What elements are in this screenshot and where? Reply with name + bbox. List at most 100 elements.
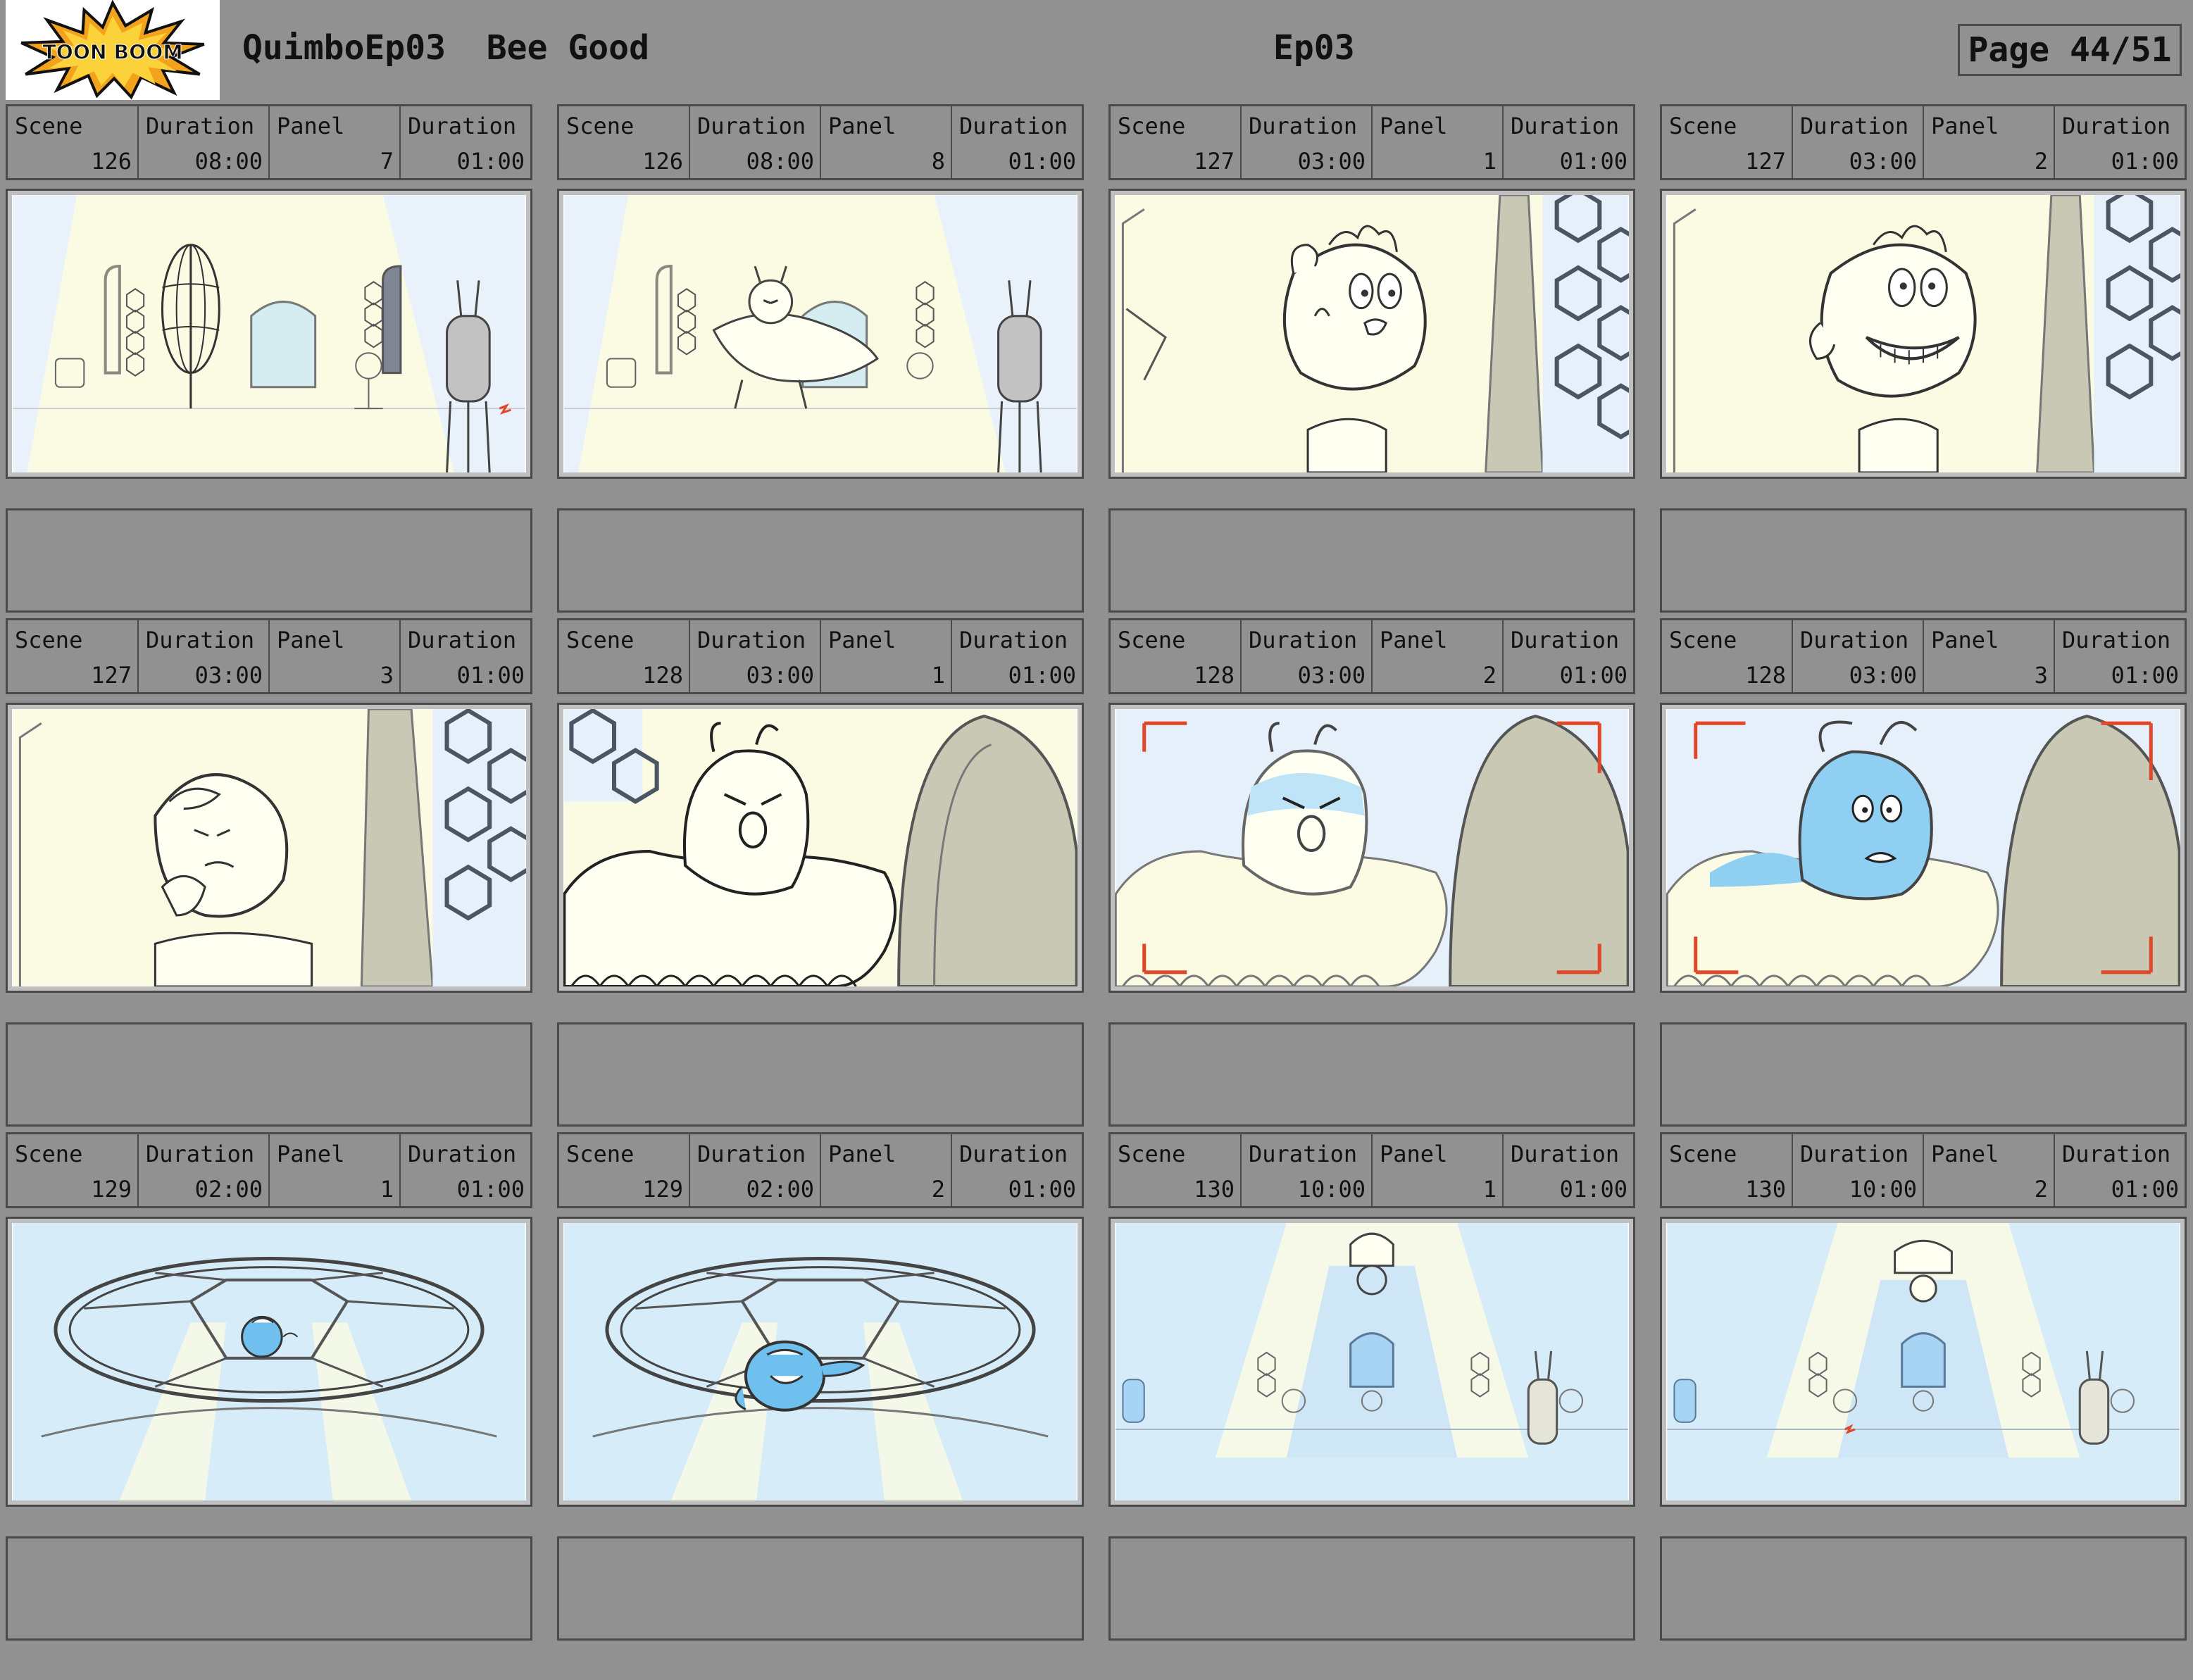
panel-duration: 01:00 [456, 148, 525, 175]
panel-duration-cell: Duration 01:00 [2054, 1134, 2185, 1206]
panel-notes-box[interactable] [6, 1536, 532, 1641]
scene-label: Scene [1118, 113, 1186, 139]
panel-notes-box[interactable] [1660, 1022, 2187, 1127]
panel-duration-cell: Duration 01:00 [951, 106, 1082, 178]
duration-label: Duration [408, 627, 517, 653]
panel-duration-cell: Duration 01:00 [399, 1134, 530, 1206]
panel-cell: Panel 1 [268, 1134, 399, 1206]
storyboard-frame[interactable] [1108, 703, 1635, 993]
scene-duration: 10:00 [1297, 1176, 1366, 1203]
scene-label: Scene [1118, 627, 1186, 653]
panel-cell: Panel 2 [1371, 620, 1502, 692]
sketch-queen-scared-blue [1666, 709, 2180, 986]
panel-notes-box[interactable] [557, 508, 1084, 613]
storyboard-frame[interactable] [1660, 703, 2187, 993]
storyboard-frame[interactable] [1660, 189, 2187, 479]
panel-card: Scene 128 Duration 03:00 Panel 2 Duration 01… [1108, 618, 1635, 1166]
storyboard-frame[interactable] [557, 189, 1084, 479]
storyboard-frame[interactable] [1108, 189, 1635, 479]
panel-info-bar: Scene 126 Duration 08:00 Panel 8 Duration 01… [557, 104, 1084, 180]
panel-label: Panel [828, 113, 896, 139]
scene-cell: Scene 127 [1662, 106, 1792, 178]
panel-notes-box[interactable] [6, 508, 532, 613]
duration-label: Duration [697, 1141, 806, 1167]
panel-duration: 01:00 [2111, 148, 2179, 175]
panel-number: 1 [1482, 1176, 1497, 1203]
episode-title: Ep03 [1273, 28, 1355, 68]
scene-duration: 08:00 [194, 148, 263, 175]
sketch-wide-hall-bee-queen [563, 195, 1077, 472]
panel-cell: Panel 7 [268, 106, 399, 178]
panel-duration: 01:00 [1559, 148, 1627, 175]
panel-notes-box[interactable] [1660, 508, 2187, 613]
scene-cell: Scene 127 [1111, 106, 1240, 178]
panel-duration-cell: Duration 01:00 [951, 1134, 1082, 1206]
panel-card: Scene 129 Duration 02:00 Panel 1 Duration 01… [6, 1132, 532, 1680]
panel-cell: Panel 8 [820, 106, 951, 178]
scene-duration: 02:00 [746, 1176, 814, 1203]
sketch-kid-thinking [12, 709, 526, 986]
panel-card: Scene 129 Duration 02:00 Panel 2 Duration 01… [557, 1132, 1084, 1680]
storyboard-frame[interactable] [1660, 1217, 2187, 1507]
panel-label: Panel [277, 1141, 345, 1167]
duration-label: Duration [1800, 113, 1909, 139]
storyboard-frame[interactable] [557, 1217, 1084, 1507]
show-title: QuimboEp03 Bee Good [242, 28, 649, 68]
panel-number: 2 [2034, 148, 2048, 175]
panel-info-bar: Scene 130 Duration 10:00 Panel 1 Duration 01… [1108, 1132, 1635, 1208]
panel-card: Scene 128 Duration 03:00 Panel 1 Duration 01… [557, 618, 1084, 1166]
panel-label: Panel [1380, 627, 1448, 653]
panel-card: Scene 127 Duration 03:00 Panel 3 Duration 01… [6, 618, 532, 1166]
storyboard-frame[interactable] [1108, 1217, 1635, 1507]
panel-notes-box[interactable] [1108, 1022, 1635, 1127]
panel-notes-box[interactable] [1108, 508, 1635, 613]
panel-duration: 01:00 [1559, 1176, 1627, 1203]
panel-duration: 01:00 [1008, 148, 1076, 175]
panel-duration-cell: Duration 01:00 [1502, 620, 1633, 692]
panel-cell: Panel 3 [1923, 620, 2054, 692]
sketch-hall-blue-lights [1115, 1223, 1629, 1500]
scene-duration: 03:00 [1297, 148, 1366, 175]
panel-card: Scene 127 Duration 03:00 Panel 1 Duration 01… [1108, 104, 1635, 652]
panel-label: Panel [277, 113, 345, 139]
scene-label: Scene [566, 113, 635, 139]
panel-number: 2 [1482, 662, 1497, 689]
sketch-kid-grin [1666, 195, 2180, 472]
panel-cell: Panel 3 [268, 620, 399, 692]
panel-notes-box[interactable] [557, 1022, 1084, 1127]
logo-text: TOON BOOM [42, 41, 182, 64]
panel-notes-box[interactable] [6, 1022, 532, 1127]
panel-notes-box[interactable] [1108, 1536, 1635, 1641]
panel-number: 8 [931, 148, 945, 175]
panel-duration-cell: Duration 01:00 [2054, 620, 2185, 692]
storyboard-frame[interactable] [6, 189, 532, 479]
panel-label: Panel [828, 1141, 896, 1167]
scene-number: 129 [91, 1176, 132, 1203]
panel-notes-box[interactable] [1660, 1536, 2187, 1641]
panel-info-bar: Scene 127 Duration 03:00 Panel 2 Duration 01… [1660, 104, 2187, 180]
sketch-queen-angry [563, 709, 1077, 986]
panel-cell: Panel 1 [1371, 1134, 1502, 1206]
panel-info-bar: Scene 127 Duration 03:00 Panel 1 Duration 01… [1108, 104, 1635, 180]
scene-cell: Scene 127 [8, 620, 137, 692]
toon-boom-logo: TOON BOOM [6, 0, 220, 100]
duration-label: Duration [146, 113, 255, 139]
panel-cell: Panel 1 [820, 620, 951, 692]
storyboard-frame[interactable] [6, 1217, 532, 1507]
storyboard-frame[interactable] [557, 703, 1084, 993]
scene-duration-cell: Duration 10:00 [1240, 1134, 1371, 1206]
panel-info-bar: Scene 129 Duration 02:00 Panel 1 Duration 01… [6, 1132, 532, 1208]
scene-duration-cell: Duration 03:00 [1792, 620, 1923, 692]
panel-duration: 01:00 [1559, 662, 1627, 689]
panel-info-bar: Scene 128 Duration 03:00 Panel 1 Duration 01… [557, 618, 1084, 694]
scene-duration-cell: Duration 03:00 [137, 620, 268, 692]
duration-label: Duration [1249, 627, 1358, 653]
storyboard-frame[interactable] [6, 703, 532, 993]
scene-cell: Scene 126 [559, 106, 689, 178]
scene-cell: Scene 126 [8, 106, 137, 178]
panel-number: 3 [380, 662, 394, 689]
panel-duration: 01:00 [2111, 1176, 2179, 1203]
scene-number: 127 [1745, 148, 1786, 175]
scene-label: Scene [15, 627, 83, 653]
panel-notes-box[interactable] [557, 1536, 1084, 1641]
